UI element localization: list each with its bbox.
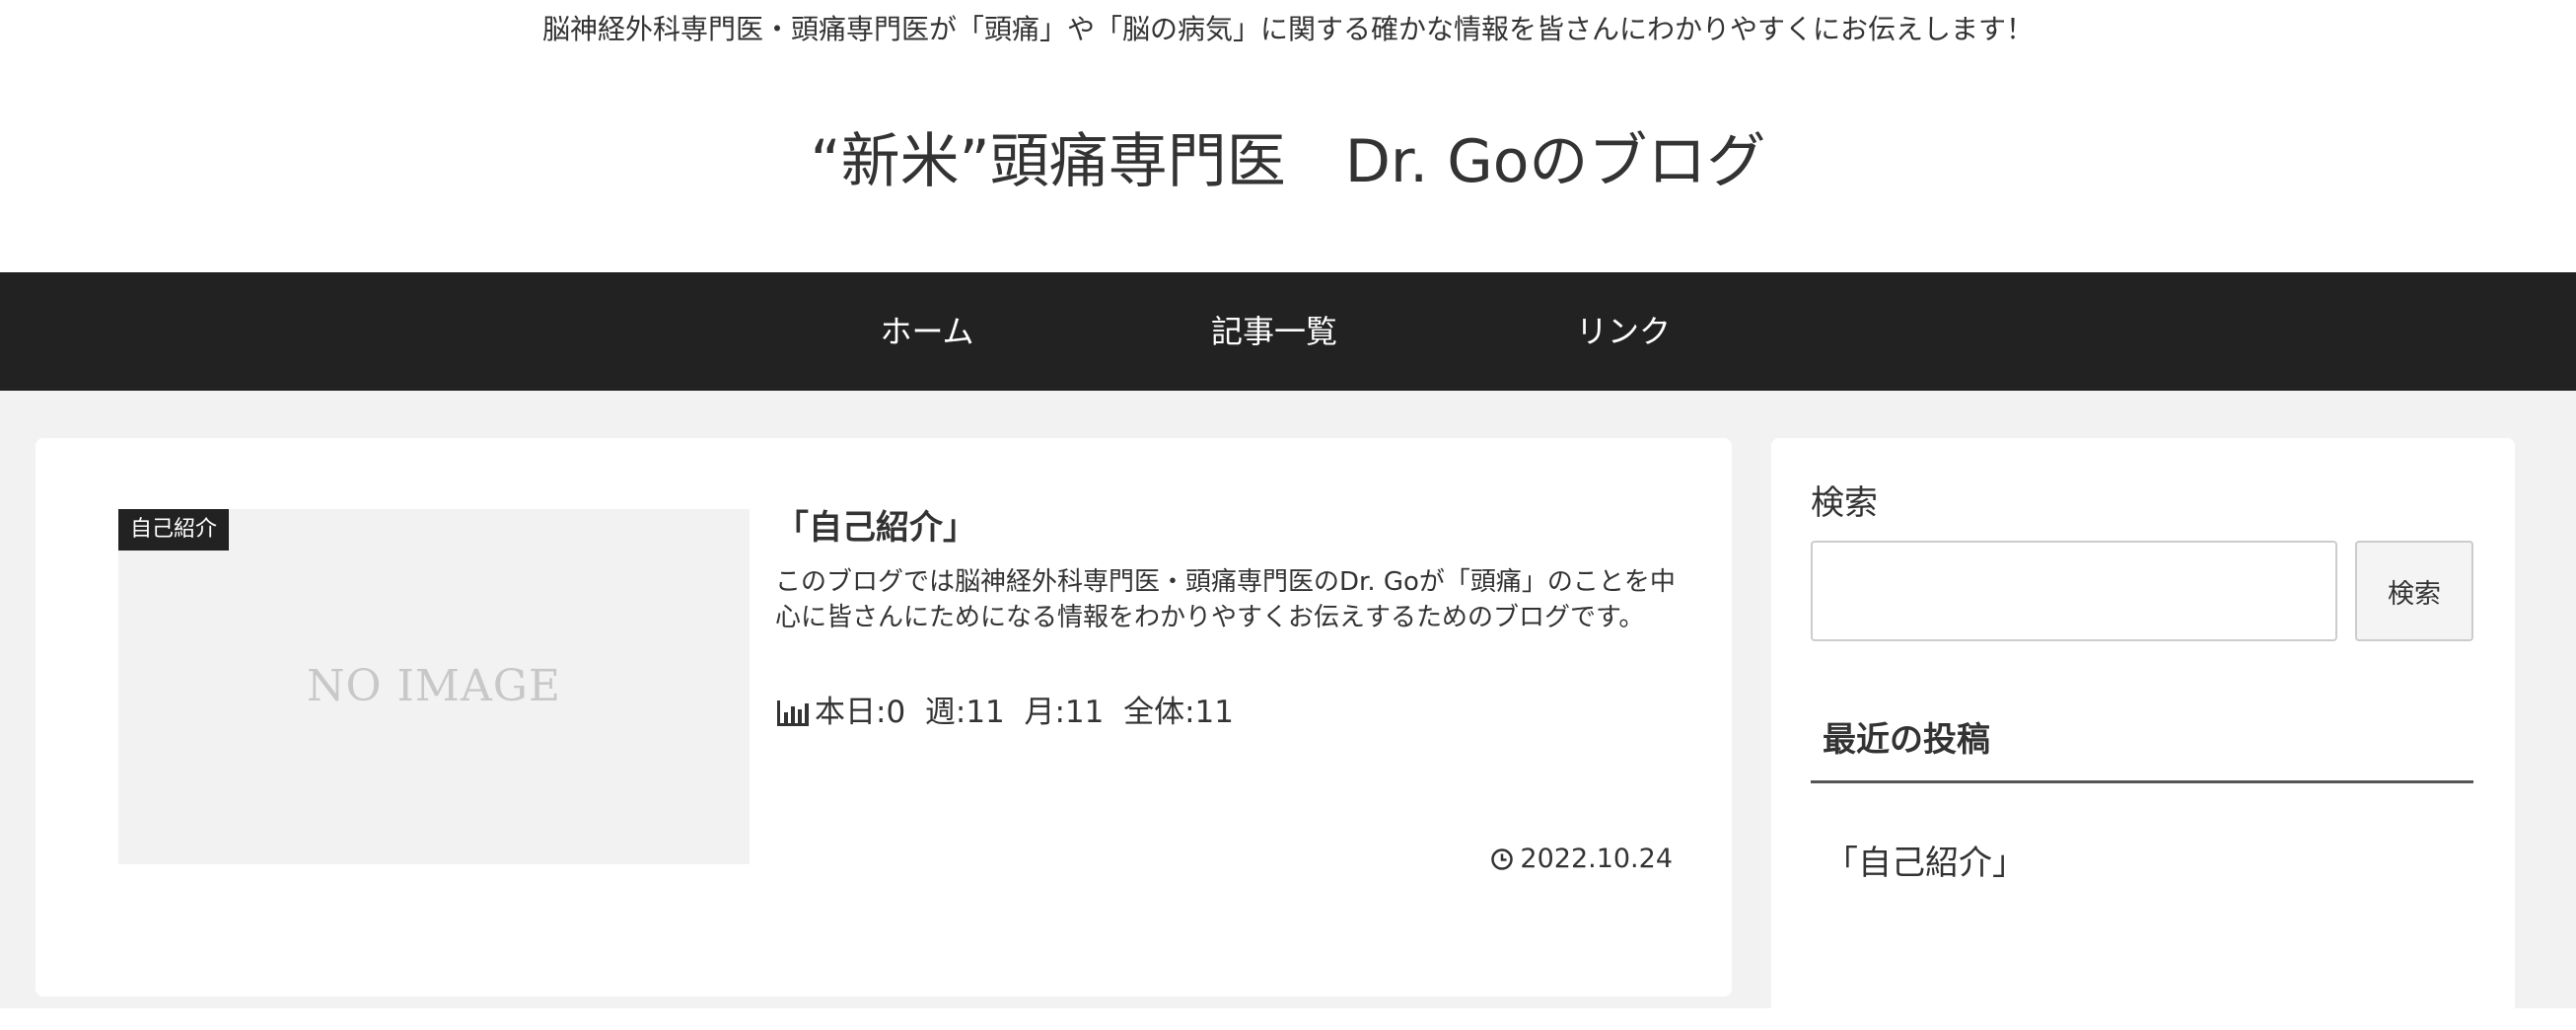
nav-item-articles[interactable]: 記事一覧 (1176, 272, 1373, 391)
nav-item-links[interactable]: リンク (1525, 272, 1722, 391)
recent-posts-heading: 最近の投稿 (1811, 708, 2473, 783)
search-input[interactable] (1811, 541, 2337, 641)
search-heading: 検索 (1811, 483, 1878, 523)
main-nav: ホーム 記事一覧 リンク (0, 272, 2576, 391)
stats-text: 本日:0 週:11 月:11 全体:11 (815, 695, 1234, 730)
no-image-placeholder: NO IMAGE (306, 661, 562, 711)
site-tagline: 脳神経外科専門医・頭痛専門医が「頭痛」や「脳の病気」に関する確かな情報を皆さんに… (541, 13, 2034, 45)
search-button[interactable]: 検索 (2355, 541, 2473, 641)
post-title[interactable]: 「自己紹介」 (775, 503, 1663, 552)
post-thumbnail[interactable]: NO IMAGE (118, 509, 750, 864)
site-title[interactable]: “新米”頭痛専門医 Dr. Goのブログ (0, 120, 2576, 203)
bar-chart-icon (777, 700, 809, 726)
post-stats: 本日:0 週:11 月:11 全体:11 (775, 693, 1234, 732)
recent-post-item[interactable]: 「自己紹介」 (1825, 839, 2026, 888)
post-card: NO IMAGE 自己紹介 「自己紹介」 このブログでは脳神経外科専門医・頭痛専… (36, 438, 1732, 996)
category-badge[interactable]: 自己紹介 (118, 509, 230, 551)
clock-icon (1491, 848, 1514, 870)
date-text: 2022.10.24 (1520, 844, 1673, 874)
post-excerpt: このブログでは脳神経外科専門医・頭痛専門医のDr. Goが「頭痛」のことを中心に… (775, 567, 1676, 632)
nav-item-home[interactable]: ホーム (828, 272, 1026, 391)
post-date: 2022.10.24 (1456, 843, 1673, 876)
sidebar: 検索 検索 最近の投稿 「自己紹介」 (1771, 438, 2515, 1030)
